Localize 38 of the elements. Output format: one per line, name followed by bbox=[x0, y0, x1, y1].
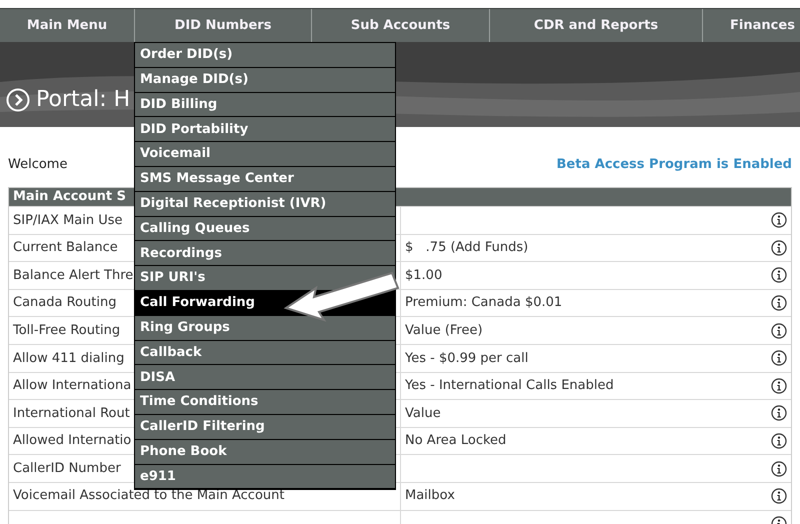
row-value: Yes - $0.99 per call bbox=[405, 350, 528, 368]
info-icon[interactable] bbox=[771, 212, 787, 228]
row-label: Toll-Free Routing bbox=[13, 322, 120, 340]
row-value: Premium: Canada $0.01 bbox=[405, 294, 562, 312]
info-icon[interactable] bbox=[771, 350, 787, 366]
info-icon[interactable] bbox=[771, 405, 787, 422]
info-icon[interactable] bbox=[771, 267, 787, 284]
row-value: Mailbox bbox=[405, 487, 455, 506]
welcome-text: Welcome bbox=[8, 156, 68, 174]
row-label: CallerID Number bbox=[13, 460, 121, 478]
row-label: Allowed Internatio bbox=[13, 432, 132, 450]
row-label: International Rout bbox=[13, 404, 130, 423]
row-label: Canada Routing bbox=[13, 294, 116, 312]
info-icon[interactable] bbox=[771, 433, 787, 450]
row-value: Value (Free) bbox=[405, 322, 483, 340]
row-label: SIP/IAX Main Use bbox=[13, 212, 123, 230]
row-label: Allow 411 dialing bbox=[13, 350, 124, 368]
row-value: $1.00 bbox=[405, 266, 442, 285]
beta-notice: Beta Access Program is Enabled bbox=[556, 156, 792, 174]
menu-item[interactable]: e911 bbox=[135, 464, 395, 490]
info-icon[interactable] bbox=[771, 460, 787, 477]
page-title: Portal: H bbox=[36, 86, 130, 114]
info-icon[interactable] bbox=[771, 488, 787, 504]
info-icon[interactable] bbox=[771, 240, 787, 256]
row-value: No Area Locked bbox=[405, 432, 506, 450]
info-icon[interactable] bbox=[771, 295, 787, 312]
menu-item[interactable]: Callback bbox=[135, 340, 395, 366]
row-value: Value bbox=[405, 404, 441, 423]
row-label: Balance Alert Thre bbox=[13, 266, 134, 285]
info-icon[interactable] bbox=[771, 378, 787, 394]
menu-item[interactable]: Calling Queues bbox=[135, 216, 395, 242]
row-value: $ .75 (Add Funds) bbox=[405, 239, 528, 258]
row-label: Voicemail Associated to the Main Account bbox=[13, 487, 284, 506]
row-label: Current Balance bbox=[13, 239, 118, 258]
arrow-circle-icon bbox=[6, 88, 30, 112]
info-icon[interactable] bbox=[771, 322, 787, 339]
row-value: Yes - International Calls Enabled bbox=[405, 377, 614, 396]
row-label: Allow Internationa bbox=[13, 377, 132, 396]
